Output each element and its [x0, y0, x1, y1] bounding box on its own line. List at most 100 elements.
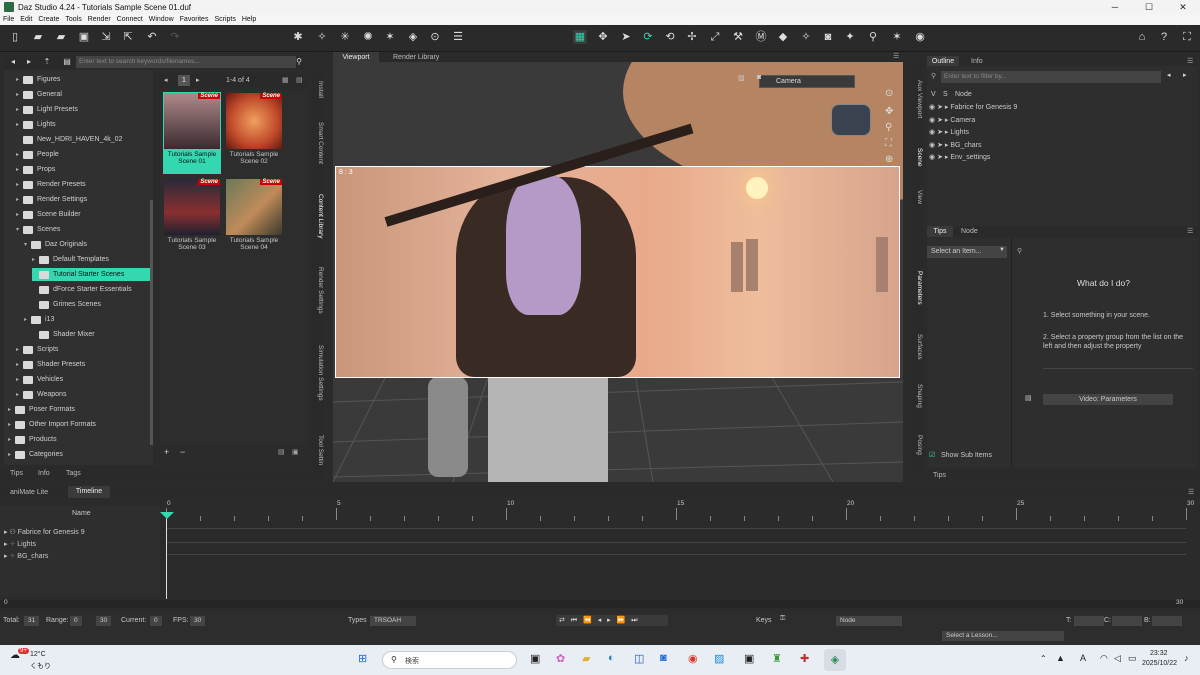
tree-item[interactable]: ▾ Daz Originals — [24, 238, 153, 251]
chevron-right-icon[interactable]: ▸ — [16, 151, 23, 158]
wifi-icon[interactable]: ◠ — [1100, 653, 1108, 664]
tab-params-tips[interactable]: Tips — [927, 226, 953, 237]
file-explorer-icon[interactable]: ▰ — [582, 652, 590, 665]
outline-forward-icon[interactable]: ▸ — [1183, 71, 1187, 79]
save-icon[interactable]: ▣ — [77, 30, 91, 44]
library-search-input[interactable]: Enter text to search keywords/filenames.… — [76, 56, 296, 68]
tree-item[interactable]: Grimes Scenes — [32, 298, 153, 311]
chevron-right-icon[interactable]: ▸ — [32, 256, 39, 263]
t-field[interactable] — [1074, 616, 1104, 626]
chevron-right-icon[interactable]: ▸ — [16, 166, 23, 173]
chevron-right-icon[interactable]: ▸ — [16, 346, 23, 353]
task-view-icon[interactable]: ▣ — [530, 652, 540, 665]
geometry-editor-icon[interactable]: Ⓜ — [754, 30, 768, 44]
frame-icon[interactable]: ⛶ — [885, 138, 892, 149]
tree-item[interactable]: ▸ People — [16, 148, 153, 161]
tab-parameters[interactable]: Parameters — [911, 264, 923, 312]
undo-icon[interactable]: ↶ — [145, 30, 159, 44]
tree-item[interactable]: Tutorial Starter Scenes — [32, 268, 153, 281]
timeline-ruler[interactable]: 0 5 10 15 20 25 30 — [166, 500, 1194, 524]
scene-thumb-02[interactable]: Scene Tutorials Sample Scene 02 — [225, 92, 283, 174]
tab-posing[interactable]: Posing — [911, 430, 923, 460]
rotate-active-icon[interactable]: ⟳ — [641, 30, 655, 44]
track-lights[interactable]: ▸ ⁘ Lights — [4, 540, 36, 548]
timeline-menu-icon[interactable]: ☰ — [1188, 488, 1194, 496]
chevron-right-icon[interactable]: ▸ — [16, 76, 23, 83]
tray-chevron-icon[interactable]: ⌃ — [1040, 654, 1047, 663]
eye-icon[interactable]: ◉ — [929, 117, 937, 124]
joint-editor-icon[interactable]: ⚒ — [731, 30, 745, 44]
copilot-icon[interactable]: ✿ — [556, 652, 565, 665]
taskbar-search[interactable]: ⚲ 検索 — [382, 651, 517, 669]
primitive-icon[interactable]: ◈ — [406, 30, 420, 44]
node-select[interactable]: Node — [836, 616, 902, 626]
add-key-icon[interactable]: ⚿ — [780, 615, 785, 623]
chevron-down-icon[interactable]: ▾ — [24, 241, 31, 248]
search-icon[interactable]: ⚲ — [292, 55, 306, 69]
universal-tool-icon[interactable]: ✥ — [596, 30, 610, 44]
zoom-icon[interactable]: ⚲ — [885, 122, 892, 133]
tree-item[interactable]: ▸ Products — [8, 433, 153, 446]
tab-tags[interactable]: Tags — [66, 470, 81, 477]
range-start-field[interactable]: 0 — [70, 616, 82, 626]
tab-view[interactable]: View — [911, 184, 923, 209]
daz-connect-icon[interactable]: ⌂ — [1135, 30, 1149, 44]
start-icon[interactable]: ⊞ — [358, 652, 367, 665]
chevron-right-icon[interactable]: ▸ — [16, 211, 23, 218]
tab-animate-lite[interactable]: aniMate Lite — [10, 489, 48, 496]
chevron-down-icon[interactable]: ▾ — [16, 226, 23, 233]
tree-item[interactable]: ▸ Vehicles — [16, 373, 153, 386]
chevron-right-icon[interactable]: ▸ — [16, 391, 23, 398]
prev-page-icon[interactable]: ◂ — [164, 76, 168, 84]
app-icon[interactable]: ▣ — [744, 652, 754, 665]
battery-icon[interactable]: ▭ — [1128, 653, 1137, 664]
menu-render[interactable]: Render — [85, 16, 114, 23]
tree-item[interactable]: ▸ Weapons — [16, 388, 153, 401]
track-fabrice[interactable]: ▸ ⚇ Fabrice for Genesis 9 — [4, 528, 85, 536]
redo-icon[interactable]: ↷ — [168, 30, 182, 44]
page-number[interactable]: 1 — [178, 75, 190, 86]
copy-icon[interactable]: ▣ — [292, 448, 299, 456]
tree-item[interactable]: ▸ Default Templates — [32, 253, 153, 266]
chevron-right-icon[interactable]: ▸ — [8, 406, 15, 413]
select-arrow-icon[interactable]: ➤ ▸ — [937, 154, 950, 161]
fps-field[interactable]: 30 — [190, 616, 206, 626]
tool-icon[interactable]: ✶ — [890, 30, 904, 44]
next-page-icon[interactable]: ▸ — [196, 76, 200, 84]
menu-connect[interactable]: Connect — [114, 16, 146, 23]
chevron-right-icon[interactable]: ▸ — [16, 196, 23, 203]
outline-menu-icon[interactable]: ☰ — [1187, 57, 1193, 65]
translate-tool-icon[interactable]: ✢ — [685, 30, 699, 44]
clock-time[interactable]: 23:32 — [1150, 650, 1168, 657]
back-arrow-icon[interactable]: ◂ — [6, 55, 20, 69]
node-selection-icon[interactable]: ▦ — [573, 30, 587, 44]
tree-item[interactable]: ▸ Other Import Formats — [8, 418, 153, 431]
menu-create[interactable]: Create — [35, 16, 62, 23]
menu-favorites[interactable]: Favorites — [177, 16, 212, 23]
null-icon[interactable]: ⊙ — [428, 30, 442, 44]
tab-render-settings[interactable]: Render Settings — [312, 262, 324, 318]
add-button[interactable]: + — [164, 447, 169, 457]
game-icon[interactable]: ♜ — [772, 652, 782, 665]
tree-item[interactable]: ▾ Scenes — [16, 223, 153, 236]
photos-icon[interactable]: ▨ — [714, 652, 724, 665]
group-icon[interactable]: ☰ — [451, 30, 465, 44]
lesson-select[interactable]: Select a Lesson... — [942, 631, 1064, 641]
distant-light-icon[interactable]: ✳ — [338, 30, 352, 44]
outline-node[interactable]: ◉ ➤ ▸ Lights — [929, 128, 969, 136]
select-arrow-icon[interactable]: ➤ ▸ — [937, 104, 950, 111]
tree-item[interactable]: ▸ Categories — [8, 448, 153, 461]
minimize-button[interactable]: ─ — [1098, 0, 1132, 14]
tab-aux-viewport[interactable]: Aux Viewport — [911, 74, 923, 124]
tab-shaping[interactable]: Shaping — [911, 380, 923, 412]
merge-icon[interactable]: ▰ — [54, 30, 68, 44]
spot-render-icon[interactable]: ✧ — [799, 30, 813, 44]
tab-render-library[interactable]: Render Library — [393, 54, 439, 61]
select-tool-icon[interactable]: ➤ — [619, 30, 633, 44]
select-arrow-icon[interactable]: ➤ ▸ — [937, 142, 950, 149]
chevron-right-icon[interactable]: ▸ — [8, 421, 15, 428]
viewport-menu-icon[interactable]: ☰ — [893, 52, 899, 60]
export-icon[interactable]: ⇱ — [121, 30, 135, 44]
total-field[interactable]: 31 — [24, 616, 40, 626]
menu-edit[interactable]: Edit — [17, 16, 35, 23]
